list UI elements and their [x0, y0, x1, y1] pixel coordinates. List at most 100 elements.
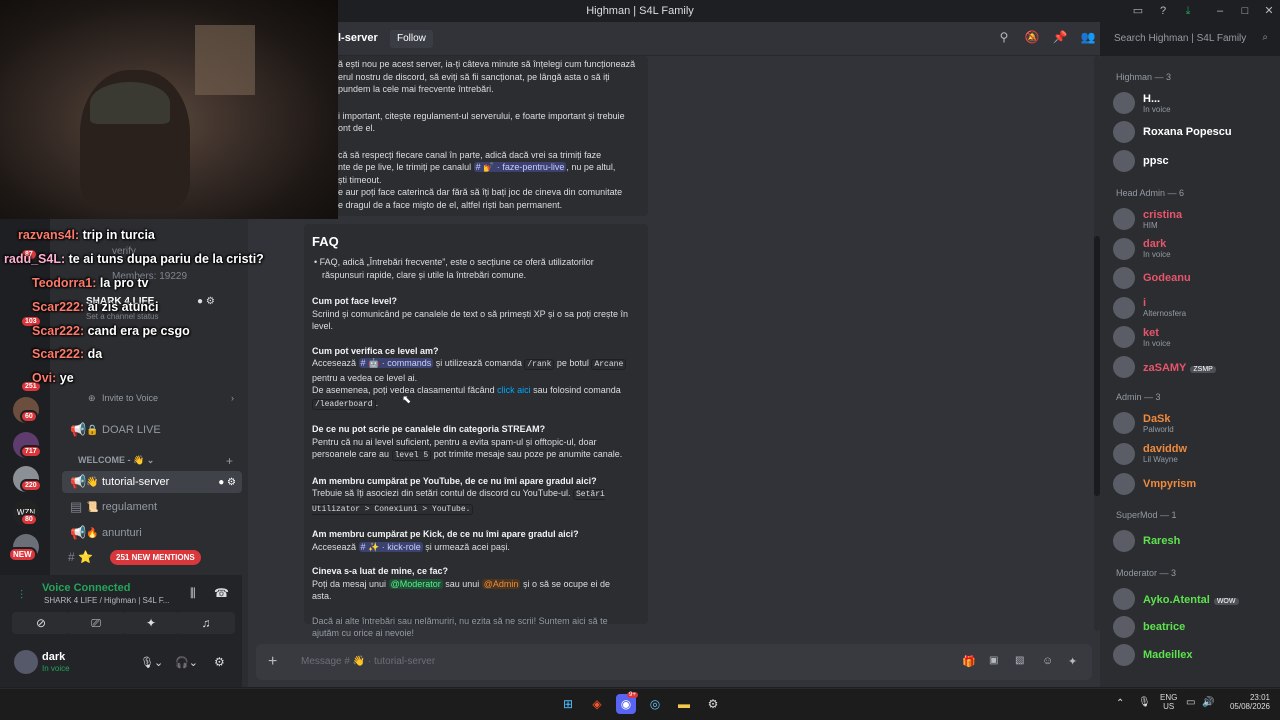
channel-mention[interactable]: # ✨ · kick-role: [358, 541, 423, 552]
member-name: ket: [1143, 326, 1159, 339]
add-channel-icon[interactable]: +: [226, 454, 233, 468]
search-placeholder: Search Highman | S4L Family: [1114, 33, 1247, 44]
avatar[interactable]: [14, 650, 38, 674]
new-mentions-pill[interactable]: 251 NEW MENTIONS: [110, 550, 201, 565]
new-badge: NEW: [8, 547, 37, 562]
member-item[interactable]: ppsc: [1113, 148, 1275, 174]
folder-icon[interactable]: ▬: [674, 694, 694, 714]
close-icon[interactable]: ✕: [1261, 3, 1277, 19]
voice-channel-name[interactable]: SHARK 4 LIFE / Highman | S4L F...: [44, 596, 169, 605]
gear-icon[interactable]: ⚙: [214, 655, 225, 669]
stream-chat-user: Scar222:: [32, 300, 85, 314]
stream-chat-text: ye: [59, 371, 74, 385]
invite-to-voice[interactable]: ⊕ Invite to Voice ›: [88, 393, 238, 409]
announcement-icon: 📢: [70, 474, 87, 489]
avatar: [1113, 412, 1135, 434]
unread-badge: 220: [20, 479, 42, 492]
member-item[interactable]: Godeanu: [1113, 265, 1275, 291]
members-icon[interactable]: 👥: [1080, 30, 1096, 46]
member-name: daviddw: [1143, 443, 1188, 455]
mic-tray-icon[interactable]: 🎙: [1138, 697, 1151, 708]
member-item[interactable]: Ayko.Atental WOW: [1113, 586, 1275, 612]
language-indicator[interactable]: ENG US: [1160, 693, 1177, 711]
pin-icon[interactable]: 📌: [1052, 30, 1068, 46]
start-icon[interactable]: ⊞: [558, 694, 578, 714]
threads-icon[interactable]: ⚲: [996, 30, 1012, 46]
role-mention[interactable]: @Admin: [481, 578, 521, 589]
add-user-icon: ⊕: [88, 393, 96, 403]
member-name: zaSAMY: [1143, 361, 1187, 374]
gift-icon[interactable]: 🎁: [962, 655, 976, 668]
gif-icon[interactable]: ▣: [989, 655, 998, 666]
role-mention[interactable]: @Moderator: [388, 578, 443, 589]
announcement-icon: 📢: [70, 525, 87, 540]
member-item[interactable]: Raresh: [1113, 528, 1275, 554]
channel-label: DOAR LIVE: [102, 424, 161, 436]
camera-off-button[interactable]: ⊘: [12, 612, 70, 634]
member-item[interactable]: ket In voice: [1113, 324, 1275, 350]
voice-actions-icon[interactable]: ● ⚙: [197, 296, 215, 307]
voice-connected-label[interactable]: Voice Connected: [42, 582, 130, 594]
add-attachment-icon[interactable]: +: [268, 653, 277, 671]
channel-mention[interactable]: # 🤖 · commands: [358, 358, 434, 368]
member-item[interactable]: Madeillex: [1113, 642, 1275, 668]
member-item[interactable]: cristina HIM: [1113, 206, 1275, 232]
search-input[interactable]: Search Highman | S4L Family ⌕: [1108, 29, 1274, 49]
screen-share-button[interactable]: ⎚: [67, 612, 125, 634]
chevron-right-icon: ›: [231, 393, 234, 403]
mute-icon[interactable]: 🔕: [1024, 30, 1040, 46]
member-item[interactable]: H... In voice: [1113, 90, 1275, 116]
user-name[interactable]: dark: [42, 651, 65, 663]
apps-icon[interactable]: ✦: [1068, 655, 1077, 668]
volume-icon[interactable]: 🔊: [1202, 697, 1214, 708]
follow-button[interactable]: Follow: [390, 30, 433, 48]
channel-mention[interactable]: # 💅 · faze-pentru-live: [473, 162, 567, 172]
headphones-icon[interactable]: 🎧⌄: [175, 656, 198, 669]
category-label: WELCOME - 👋: [78, 455, 145, 465]
network-icon[interactable]: ▭: [1186, 697, 1195, 708]
signal-icon[interactable]: ⫶: [20, 588, 23, 603]
stream-chat-user: Scar222:: [32, 324, 85, 338]
app-icon[interactable]: ⚙: [703, 694, 723, 714]
stream-chat-text: trip in turcia: [82, 228, 155, 242]
noise-suppression-icon[interactable]: ⫼: [190, 586, 196, 601]
activities-button[interactable]: ✦: [122, 612, 180, 634]
intro-text: ă ești nou pe acest server, ia-ți câteva…: [338, 59, 636, 210]
channel-tutorial-server[interactable]: 📢 👋 tutorial-server ● ⚙: [62, 471, 242, 493]
minimize-icon[interactable]: –: [1212, 3, 1228, 19]
member-item[interactable]: beatrice: [1113, 614, 1275, 640]
category-welcome[interactable]: WELCOME - 👋 ⌄: [78, 455, 154, 466]
clock[interactable]: 23:01 05/08/2026: [1226, 693, 1270, 711]
stream-chat-user: Scar222:: [32, 347, 85, 361]
download-icon[interactable]: ⤓: [1180, 3, 1196, 19]
maximize-icon[interactable]: □: [1237, 3, 1253, 19]
tray-chevron-icon[interactable]: ⌃: [1116, 698, 1124, 709]
member-item[interactable]: Vmpyrism: [1113, 471, 1275, 497]
inbox-icon[interactable]: ▭: [1130, 3, 1146, 19]
help-icon[interactable]: ?: [1155, 3, 1171, 19]
sticker-icon[interactable]: ▧: [1015, 655, 1024, 666]
browser-icon[interactable]: ◈: [587, 694, 607, 714]
soundboard-button[interactable]: ♫: [177, 612, 235, 634]
unread-badge: 60: [20, 410, 38, 423]
emoji-icon[interactable]: ☺: [1042, 655, 1053, 667]
microphone-icon[interactable]: 🎙⌄: [140, 656, 163, 669]
member-item[interactable]: daviddw Lil Wayne: [1113, 441, 1275, 467]
member-item[interactable]: i Alternosfera: [1113, 295, 1275, 321]
member-name: Madeillex: [1143, 649, 1193, 661]
stream-chat-line: radu_S4L: te ai tuns dupa pariu de la cr…: [4, 252, 264, 266]
disconnect-icon[interactable]: ☎: [214, 586, 229, 600]
member-item[interactable]: zaSAMY ZSMP: [1113, 354, 1275, 380]
member-tag: WOW: [1213, 598, 1239, 605]
member-item[interactable]: Roxana Popescu: [1113, 119, 1275, 145]
member-activity: In voice: [1143, 338, 1171, 348]
settings-icon[interactable]: ● ⚙: [218, 477, 236, 488]
member-item[interactable]: DaSk Palworld: [1113, 410, 1275, 436]
leaderboard-link[interactable]: click aici: [497, 385, 531, 395]
member-activity: In voice: [1143, 250, 1171, 259]
message-placeholder: Message # 👋 · tutorial-server: [301, 656, 436, 667]
avatar: [1113, 208, 1135, 230]
member-item[interactable]: dark In voice: [1113, 236, 1275, 262]
steam-icon[interactable]: ◎: [645, 694, 665, 714]
avatar: [1113, 92, 1135, 114]
